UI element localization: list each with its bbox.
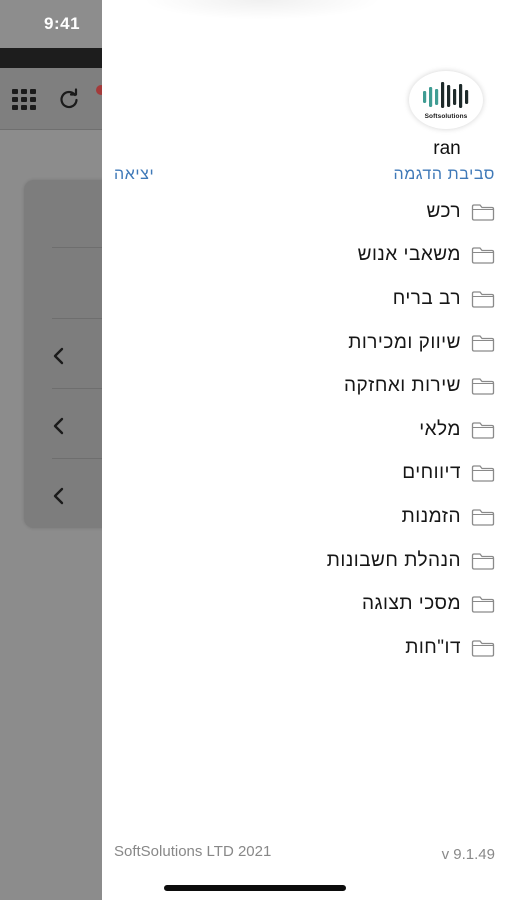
menu-item[interactable]: הזמנות: [115, 495, 495, 539]
menu-item-label: הזמנות: [401, 505, 461, 527]
folder-icon: [471, 422, 495, 439]
status-time: 9:41: [44, 14, 81, 33]
menu-item[interactable]: הנהלת חשבונות: [115, 539, 495, 583]
menu-item-label: דיווחים: [402, 462, 461, 484]
drawer-menu: רכש משאבי אנוש רב בריח שיווק ומכירות שירות ו…: [115, 190, 495, 670]
company-logo: Softsolutions: [409, 71, 483, 129]
menu-item-label: רב בריח: [392, 287, 461, 309]
footer-version: v 9.1.49: [441, 846, 495, 863]
menu-item-label: הנהלת חשבונות: [326, 549, 461, 571]
chevron-left-icon[interactable]: [52, 347, 66, 365]
menu-item[interactable]: מסכי תצוגה: [115, 582, 495, 626]
menu-item[interactable]: משאבי אנוש: [115, 234, 495, 278]
username: ran: [433, 138, 461, 159]
folder-icon: [471, 465, 495, 483]
folder-icon: [471, 247, 495, 265]
refresh-icon[interactable]: [58, 88, 80, 110]
logo-bars-icon: [423, 82, 469, 108]
chevron-left-icon[interactable]: [52, 417, 66, 435]
folder-icon: [471, 204, 495, 221]
menu-item-label: משאבי אנוש: [357, 244, 461, 266]
footer-company: SoftSolutions LTD 2021: [114, 843, 272, 860]
menu-item[interactable]: מלאי: [115, 408, 495, 452]
folder-icon: [471, 509, 495, 526]
chevron-left-icon[interactable]: [52, 487, 66, 505]
environment-link[interactable]: סביבת הדגמה: [393, 166, 495, 184]
logo-text: Softsolutions: [424, 113, 468, 120]
folder-icon: [471, 334, 495, 352]
menu-item[interactable]: שיווק ומכירות: [115, 321, 495, 365]
folder-icon: [471, 378, 495, 395]
logout-link[interactable]: יציאה: [114, 166, 154, 184]
menu-item-label: מלאי: [419, 418, 461, 440]
menu-item-label: מסכי תצוגה: [361, 593, 461, 615]
menu-item[interactable]: שירות ואחזקה: [115, 364, 495, 408]
menu-item[interactable]: דו"חות: [115, 626, 495, 670]
menu-item-label: דו"חות: [405, 636, 461, 658]
menu-item-label: רכש: [426, 200, 461, 222]
folder-icon: [471, 640, 495, 657]
menu-item[interactable]: דיווחים: [115, 452, 495, 496]
drawer-top-shadow: [142, 0, 382, 20]
folder-icon: [471, 552, 495, 570]
folder-icon: [471, 596, 495, 613]
side-drawer: Softsolutions ran סביבת הדגמה יציאה רכש מ…: [102, 0, 507, 900]
grid-icon[interactable]: [12, 89, 36, 111]
menu-item-label: שירות ואחזקה: [343, 375, 461, 397]
folder-icon: [471, 291, 495, 308]
menu-item[interactable]: רב בריח: [115, 277, 495, 321]
menu-item-label: שיווק ומכירות: [348, 331, 461, 353]
menu-item[interactable]: רכש: [115, 190, 495, 234]
home-indicator: [164, 885, 346, 891]
